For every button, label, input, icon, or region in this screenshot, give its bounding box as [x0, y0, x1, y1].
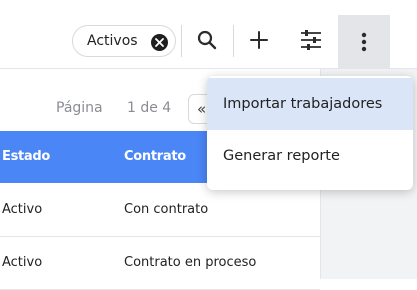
close-circle-icon[interactable] — [151, 34, 168, 51]
filter-chip-activos[interactable]: Activos — [72, 25, 176, 57]
close-icon — [155, 38, 164, 47]
cell-contrato: Contrato en proceso — [124, 255, 257, 270]
filter-settings-button[interactable] — [293, 20, 329, 60]
pagination-count: 1 de 4 — [127, 100, 172, 116]
column-header-contrato[interactable]: Contrato — [124, 149, 186, 165]
column-header-estado[interactable]: Estado — [2, 149, 50, 165]
more-vertical-icon — [361, 32, 367, 51]
search-button[interactable] — [189, 20, 225, 60]
add-button[interactable] — [241, 20, 277, 60]
cell-estado: Activo — [2, 255, 43, 270]
toolbar: Activos — [0, 0, 417, 69]
table-row[interactable]: Activo Contrato en proceso — [0, 237, 320, 290]
menu-item-importar-trabajadores[interactable]: Importar trabajadores — [207, 78, 413, 130]
sliders-icon — [301, 30, 321, 50]
menu-item-label: Generar reporte — [223, 148, 340, 164]
more-options-menu: Importar trabajadores Generar reporte — [207, 76, 413, 190]
toolbar-divider — [233, 25, 234, 57]
cell-estado: Activo — [2, 202, 43, 217]
pagination-label: Página — [56, 100, 103, 116]
more-options-button[interactable] — [338, 15, 390, 68]
menu-item-label: Importar trabajadores — [223, 96, 383, 112]
menu-item-generar-reporte[interactable]: Generar reporte — [207, 130, 413, 182]
plus-icon — [250, 31, 268, 49]
search-icon — [197, 30, 217, 50]
table-row[interactable]: Activo Con contrato — [0, 184, 320, 237]
filter-chip-label: Activos — [87, 33, 138, 49]
cell-contrato: Con contrato — [124, 202, 209, 217]
toolbar-divider — [181, 25, 182, 57]
